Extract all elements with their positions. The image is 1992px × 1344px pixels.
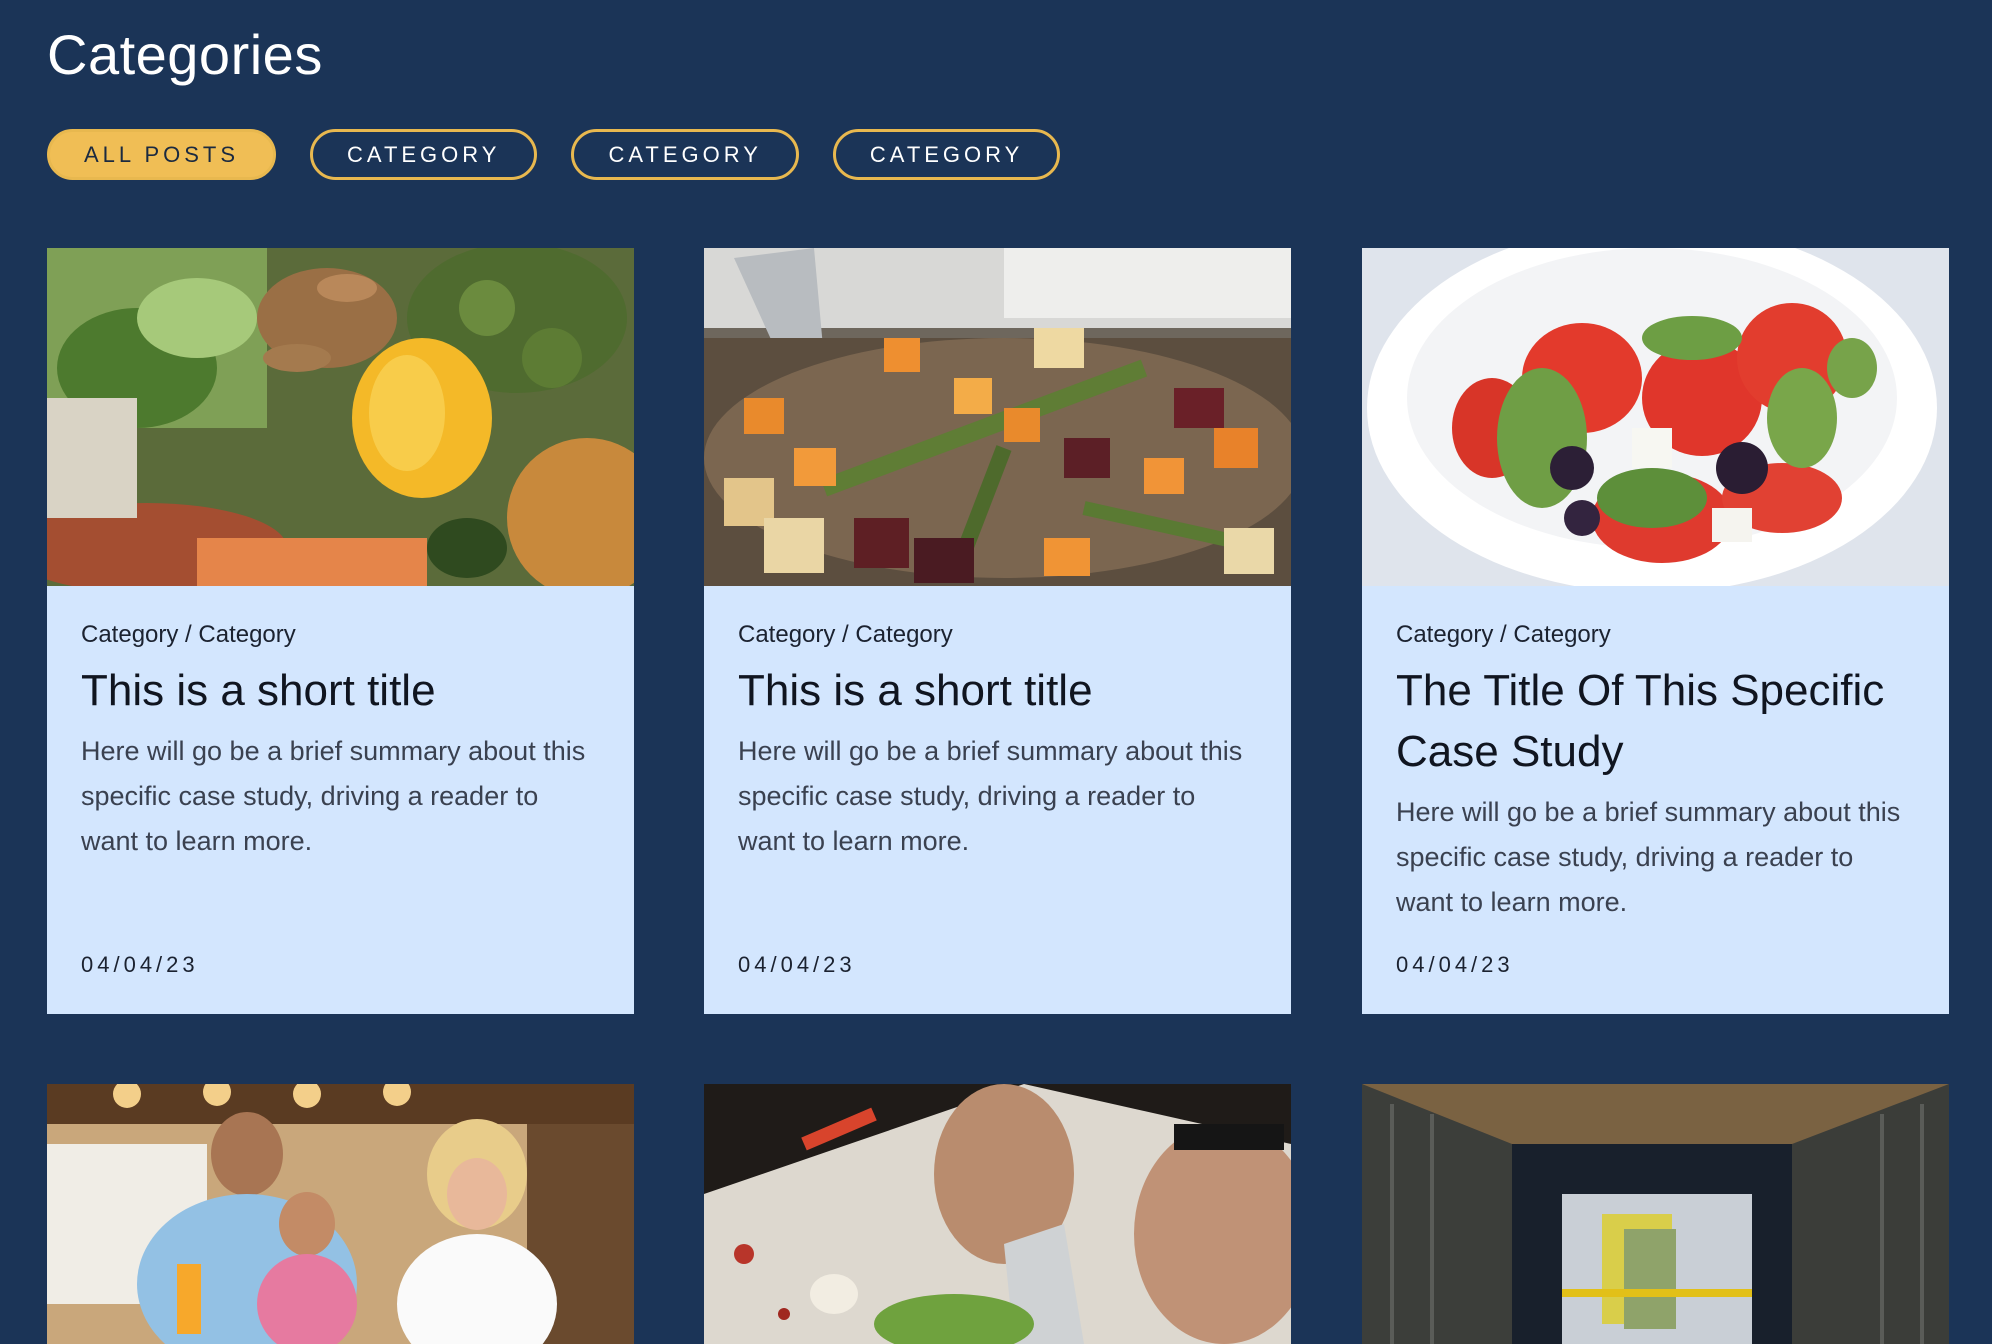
page-title: Categories	[47, 23, 323, 86]
warehouse-truck-photo[interactable]	[1362, 1084, 1949, 1344]
filter-category-3[interactable]: CATEGORY	[832, 129, 1061, 180]
post-date: 04/04/23	[1396, 952, 1514, 977]
post-categories[interactable]: Category / Category	[81, 620, 600, 650]
post-date: 04/04/23	[81, 952, 199, 977]
filter-category-1[interactable]: CATEGORY	[310, 129, 538, 180]
post-title[interactable]: The Title Of This Specific Case Study	[1396, 660, 1915, 782]
post-card[interactable]	[704, 1084, 1291, 1344]
post-card[interactable]: Category / Category This is a short titl…	[47, 248, 634, 1014]
family-dining-photo[interactable]	[47, 1084, 634, 1344]
post-summary: Here will go be a brief summary about th…	[1396, 797, 1901, 917]
chopping-vegetables-photo[interactable]	[704, 1084, 1291, 1344]
post-summary: Here will go be a brief summary about th…	[738, 736, 1243, 856]
post-card[interactable]	[47, 1084, 634, 1344]
post-card[interactable]	[1362, 1084, 1949, 1344]
post-title[interactable]: This is a short title	[81, 660, 600, 721]
post-summary: Here will go be a brief summary about th…	[81, 736, 586, 856]
category-filters: ALL POSTS CATEGORY CATEGORY CATEGORY	[47, 129, 1061, 180]
caprese-salad-photo[interactable]	[1362, 248, 1949, 586]
post-card[interactable]: Category / Category The Title Of This Sp…	[1362, 248, 1949, 1014]
filter-all-posts[interactable]: ALL POSTS	[47, 129, 277, 180]
post-card[interactable]: Category / Category This is a short titl…	[704, 248, 1291, 1014]
post-date: 04/04/23	[738, 952, 856, 977]
vegetables-photo[interactable]	[47, 248, 634, 586]
post-categories[interactable]: Category / Category	[1396, 620, 1915, 650]
post-categories[interactable]: Category / Category	[738, 620, 1257, 650]
roasted-vegetables-photo[interactable]	[704, 248, 1291, 586]
filter-category-2[interactable]: CATEGORY	[571, 129, 799, 180]
post-title[interactable]: This is a short title	[738, 660, 1257, 721]
